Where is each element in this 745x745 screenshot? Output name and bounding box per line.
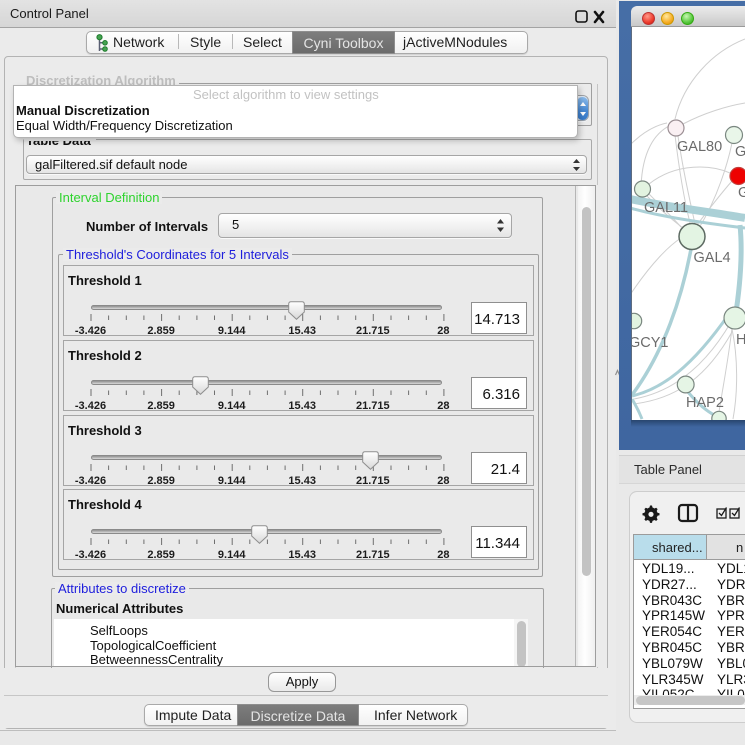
svg-text:HAP2: HAP2 bbox=[686, 395, 724, 411]
svg-text:GCY1: GCY1 bbox=[632, 335, 669, 351]
svg-text:GA: GA bbox=[735, 144, 745, 160]
svg-text:GAL4: GAL4 bbox=[694, 250, 731, 266]
svg-text:GAL11: GAL11 bbox=[644, 200, 688, 216]
svg-text:H: H bbox=[736, 332, 745, 348]
svg-text:GAL80: GAL80 bbox=[677, 139, 722, 155]
svg-text:G: G bbox=[738, 185, 745, 201]
